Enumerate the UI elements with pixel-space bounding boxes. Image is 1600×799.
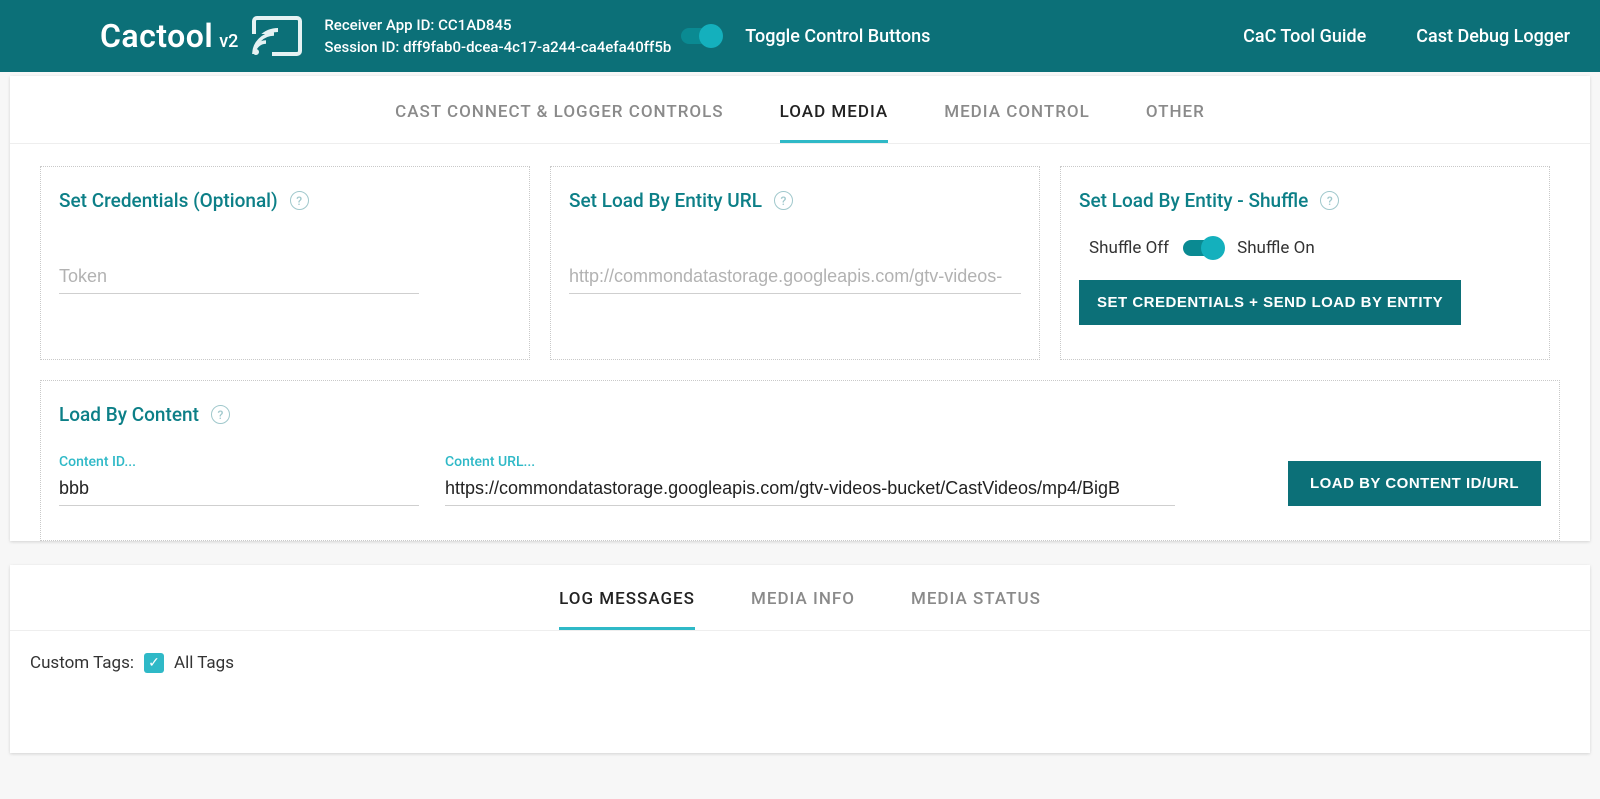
tab-load-media[interactable]: LOAD MEDIA xyxy=(780,86,889,143)
toggle-control-buttons: Toggle Control Buttons xyxy=(681,26,930,47)
card-title-entity-shuffle: Set Load By Entity - Shuffle xyxy=(1079,189,1308,212)
main-tabs: CAST CONNECT & LOGGER CONTROLS LOAD MEDI… xyxy=(10,76,1590,144)
shuffle-off-label: Shuffle Off xyxy=(1089,238,1169,258)
link-cac-tool-guide[interactable]: CaC Tool Guide xyxy=(1243,26,1366,47)
log-panel: LOG MESSAGES MEDIA INFO MEDIA STATUS Cus… xyxy=(10,565,1590,753)
card-title-load-content: Load By Content xyxy=(59,403,199,426)
custom-tags-row: Custom Tags: ✓ All Tags xyxy=(10,631,1590,673)
card-entity-shuffle: Set Load By Entity - Shuffle ? Shuffle O… xyxy=(1060,166,1550,360)
toggle-control-label: Toggle Control Buttons xyxy=(745,26,930,47)
log-tabs: LOG MESSAGES MEDIA INFO MEDIA STATUS xyxy=(10,565,1590,631)
toggle-control-switch[interactable] xyxy=(681,28,721,44)
shuffle-switch[interactable] xyxy=(1183,240,1223,256)
tab-media-control[interactable]: MEDIA CONTROL xyxy=(944,86,1090,143)
shuffle-on-label: Shuffle On xyxy=(1237,238,1315,258)
card-set-credentials: Set Credentials (Optional) ? xyxy=(40,166,530,360)
tab-media-info[interactable]: MEDIA INFO xyxy=(751,573,855,630)
brand-name: Cactool xyxy=(100,17,213,55)
tab-log-messages[interactable]: LOG MESSAGES xyxy=(559,573,695,630)
entity-url-input[interactable] xyxy=(569,260,1021,294)
receiver-id-label: Receiver App ID: xyxy=(324,16,434,34)
help-icon[interactable]: ? xyxy=(290,191,309,210)
content-id-label: Content ID... xyxy=(59,454,419,470)
session-id-label: Session ID: xyxy=(324,38,399,56)
send-load-by-entity-button[interactable]: SET CREDENTIALS + SEND LOAD BY ENTITY xyxy=(1079,280,1461,325)
help-icon[interactable]: ? xyxy=(211,405,230,424)
credentials-token-input[interactable] xyxy=(59,260,419,294)
load-by-content-button[interactable]: LOAD BY CONTENT ID/URL xyxy=(1288,461,1541,506)
main-panel: CAST CONNECT & LOGGER CONTROLS LOAD MEDI… xyxy=(10,76,1590,541)
card-title-entity-url: Set Load By Entity URL xyxy=(569,189,762,212)
content-url-label: Content URL... xyxy=(445,454,1262,470)
all-tags-checkbox[interactable]: ✓ xyxy=(144,653,164,673)
brand: Cactool v2 xyxy=(100,17,238,55)
tab-other[interactable]: OTHER xyxy=(1146,86,1205,143)
help-icon[interactable]: ? xyxy=(1320,191,1339,210)
link-cast-debug-logger[interactable]: Cast Debug Logger xyxy=(1416,26,1570,47)
receiver-id-value: CC1AD845 xyxy=(438,16,511,34)
session-info: Receiver App ID: CC1AD845 Session ID: df… xyxy=(324,14,671,58)
app-header: Cactool v2 Receiver App ID: CC1AD845 Ses… xyxy=(0,0,1600,72)
all-tags-label: All Tags xyxy=(174,653,234,673)
custom-tags-label: Custom Tags: xyxy=(30,653,134,673)
card-title-credentials: Set Credentials (Optional) xyxy=(59,189,278,212)
tab-cast-connect[interactable]: CAST CONNECT & LOGGER CONTROLS xyxy=(395,86,724,143)
card-load-by-content: Load By Content ? Content ID... Content … xyxy=(40,380,1560,541)
content-id-input[interactable] xyxy=(59,472,419,506)
content-url-input[interactable] xyxy=(445,472,1175,506)
help-icon[interactable]: ? xyxy=(774,191,793,210)
cast-icon[interactable] xyxy=(252,16,302,56)
tab-media-status[interactable]: MEDIA STATUS xyxy=(911,573,1041,630)
brand-version: v2 xyxy=(219,31,238,52)
card-entity-url: Set Load By Entity URL ? xyxy=(550,166,1040,360)
session-id-value: dff9fab0-dcea-4c17-a244-ca4efa40ff5b xyxy=(403,38,671,56)
